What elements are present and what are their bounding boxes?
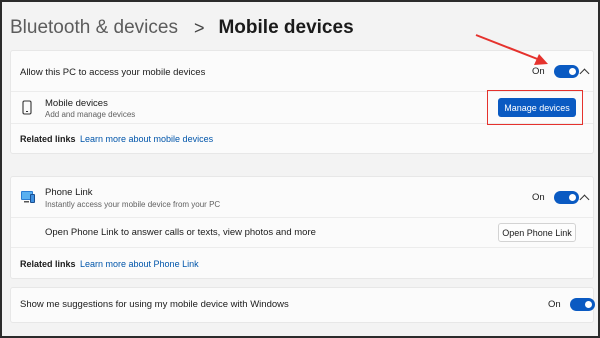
breadcrumb-parent[interactable]: Bluetooth & devices — [10, 17, 178, 39]
suggestions-row: Show me suggestions for using my mobile … — [11, 288, 595, 322]
phone-link-toggle-state: On — [532, 192, 545, 203]
chevron-up-icon[interactable] — [579, 194, 590, 205]
open-phone-link-button[interactable]: Open Phone Link — [498, 223, 576, 242]
mobile-devices-title: Mobile devices — [45, 98, 108, 109]
phone-link-title: Phone Link — [45, 187, 93, 198]
suggestions-card: Show me suggestions for using my mobile … — [10, 287, 595, 323]
phone-link-card: Phone Link Instantly access your mobile … — [10, 176, 594, 279]
learn-more-phone-link-link[interactable]: Learn more about Phone Link — [80, 259, 199, 269]
phone-link-icon — [21, 191, 35, 203]
breadcrumb: Bluetooth & devices > Mobile devices — [10, 14, 354, 42]
allow-access-toggle[interactable] — [553, 65, 579, 78]
open-phone-link-row: Open Phone Link to answer calls or texts… — [11, 218, 593, 248]
chevron-up-icon[interactable] — [579, 68, 590, 79]
page-title: Mobile devices — [218, 17, 354, 38]
allow-access-toggle-state: On — [532, 66, 545, 77]
related-links-row: Related links Learn more about mobile de… — [11, 124, 593, 153]
suggestions-toggle-state: On — [548, 299, 561, 310]
phone-link-toggle-group: On — [532, 191, 579, 204]
related-links-label: Related links — [20, 259, 76, 269]
mobile-devices-subtitle: Add and manage devices — [45, 110, 136, 119]
allow-access-row: Allow this PC to access your mobile devi… — [11, 51, 593, 92]
phone-link-toggle[interactable] — [553, 191, 579, 204]
suggestions-toggle-group: On — [548, 298, 595, 311]
allow-access-label: Allow this PC to access your mobile devi… — [20, 67, 206, 78]
suggestions-label: Show me suggestions for using my mobile … — [20, 299, 289, 310]
phone-icon — [22, 100, 32, 115]
suggestions-toggle[interactable] — [569, 298, 595, 311]
learn-more-mobile-devices-link[interactable]: Learn more about mobile devices — [80, 134, 213, 144]
phone-link-row: Phone Link Instantly access your mobile … — [11, 177, 593, 218]
allow-access-toggle-group: On — [532, 65, 579, 78]
related-links-label: Related links — [20, 134, 76, 144]
open-phone-link-description: Open Phone Link to answer calls or texts… — [45, 227, 316, 238]
breadcrumb-separator: > — [193, 17, 205, 38]
manage-devices-highlight — [487, 90, 583, 125]
phone-link-related-row: Related links Learn more about Phone Lin… — [11, 248, 593, 278]
phone-link-subtitle: Instantly access your mobile device from… — [45, 200, 221, 209]
